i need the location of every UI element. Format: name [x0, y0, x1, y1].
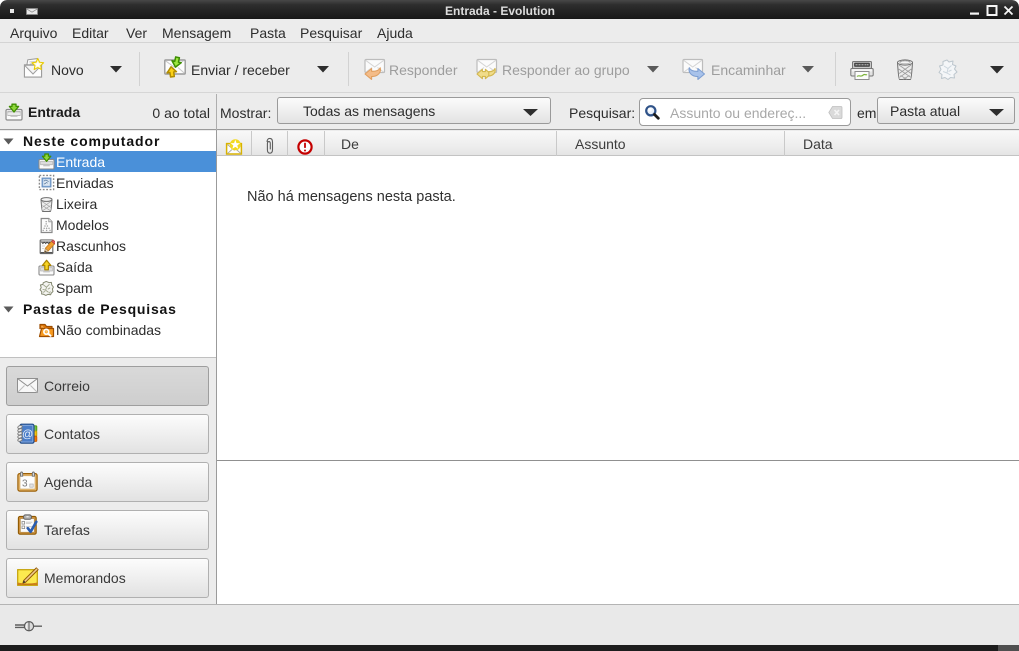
svg-text:3: 3 [22, 479, 28, 490]
svg-text:@: @ [22, 429, 33, 441]
